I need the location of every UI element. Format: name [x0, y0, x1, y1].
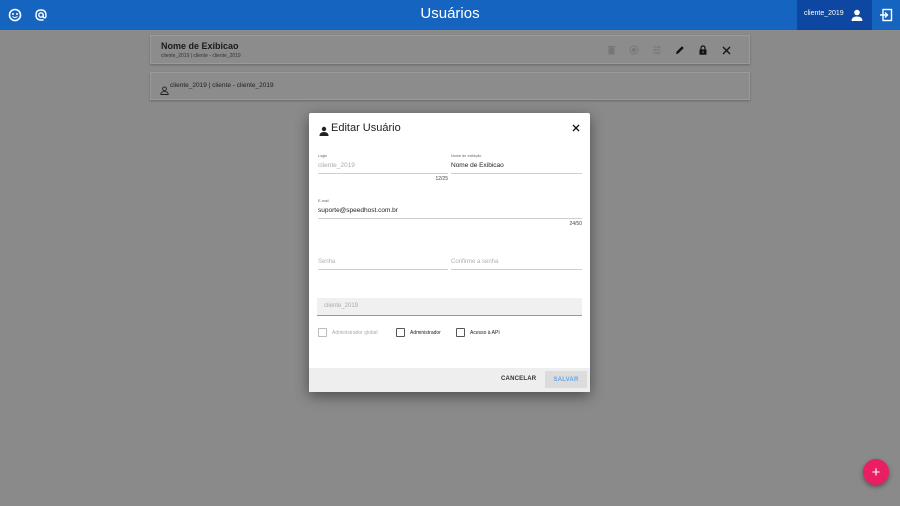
logout-icon[interactable] — [879, 8, 893, 27]
close-icon[interactable] — [570, 122, 582, 134]
card-actions — [604, 43, 733, 57]
add-user-button[interactable]: + — [863, 459, 889, 485]
email-counter: 24/50 — [569, 221, 582, 227]
admin-checkbox[interactable]: Administrador — [396, 328, 441, 337]
lock-icon[interactable] — [696, 43, 710, 57]
top-app-bar: Usuários — [0, 0, 900, 30]
email-field[interactable]: E-mail suporte@speedhost.com.br 24/50 — [318, 199, 582, 231]
edit-icon[interactable] — [673, 43, 687, 57]
page-title: Usuários — [420, 5, 480, 22]
user-header-card: Nome de Exibicao cliente_2019 | cliente … — [150, 35, 750, 64]
save-button[interactable]: SALVAR — [545, 371, 587, 388]
email-label: E-mail — [318, 199, 329, 203]
tune-icon[interactable] — [650, 43, 664, 57]
display-name-value: Nome de Exibicao — [451, 162, 504, 169]
login-counter: 12/25 — [435, 176, 448, 182]
person-outline-icon — [160, 82, 169, 100]
display-name-label: Nome de exibição — [451, 154, 482, 158]
close-icon[interactable] — [719, 43, 733, 57]
user-list-item[interactable]: cliente_2019 | cliente - cliente_2019 — [150, 72, 750, 100]
display-name-field[interactable]: Nome de exibição Nome de Exibicao — [451, 154, 582, 176]
api-access-checkbox[interactable]: Acesso à API — [456, 328, 500, 337]
delete-icon[interactable] — [604, 43, 618, 57]
email-value: suporte@speedhost.com.br — [318, 207, 398, 214]
user-subtitle: cliente_2019 | cliente - cliente_2019 — [161, 53, 241, 59]
radio-icon[interactable] — [627, 43, 641, 57]
api-access-label: Acesso à API — [470, 329, 500, 336]
login-value: cliente_2019 — [318, 162, 355, 169]
person-icon — [319, 123, 329, 141]
login-field[interactable]: Login cliente_2019 12/25 — [318, 154, 448, 184]
edit-user-dialog: Editar Usuário Login cliente_2019 12/25 … — [309, 113, 590, 392]
user-row-text: cliente_2019 | cliente - cliente_2019 — [170, 82, 274, 89]
client-select-value: cliente_2019 — [324, 303, 359, 309]
cancel-button[interactable]: CANCELAR — [501, 376, 536, 382]
global-admin-label: Administrador global — [332, 329, 378, 336]
user-name[interactable]: cliente_2019 — [804, 10, 844, 17]
login-label: Login — [318, 154, 328, 158]
admin-label: Administrador — [410, 329, 441, 336]
global-admin-checkbox[interactable]: Administrador global — [318, 328, 378, 337]
display-name: Nome de Exibicao — [161, 41, 239, 51]
confirm-password-placeholder: Confirme a senha — [451, 259, 499, 265]
password-placeholder: Senha — [318, 259, 336, 265]
person-icon[interactable] — [850, 8, 864, 27]
confirm-password-field[interactable]: Confirme a senha — [451, 256, 582, 272]
password-field[interactable]: Senha — [318, 256, 448, 272]
client-select[interactable]: cliente_2019 — [317, 298, 582, 316]
dialog-footer: CANCELAR SALVAR — [309, 368, 590, 392]
dialog-title: Editar Usuário — [331, 122, 401, 134]
